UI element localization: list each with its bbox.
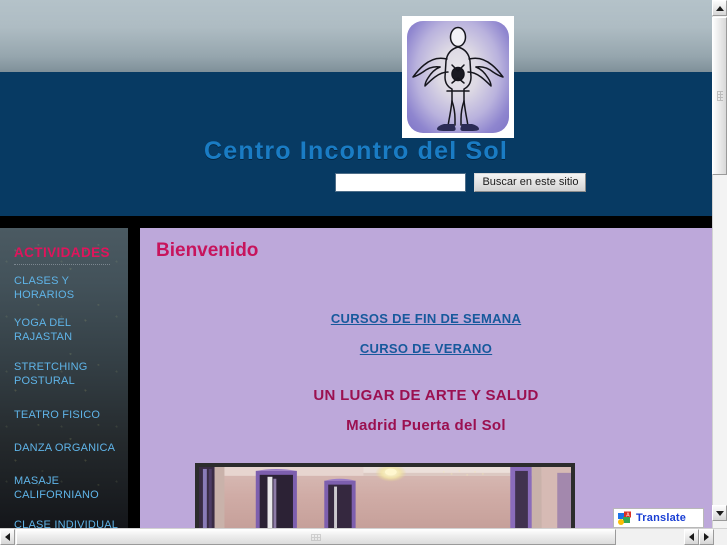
scroll-right-button[interactable]	[699, 529, 714, 545]
chevron-left-icon	[689, 533, 694, 541]
sidebar-item-teatro-fisico[interactable]: TEATRO FISICO	[14, 408, 126, 422]
sidebar-divider	[14, 264, 110, 265]
chevron-left-icon	[5, 533, 10, 541]
chevron-up-icon	[715, 5, 724, 11]
page-viewport: Centro Incontro del Sol Buscar en este s…	[0, 0, 712, 528]
search-input[interactable]	[335, 173, 466, 192]
sidebar-item-masaje-californiano[interactable]: MASAJE CALIFORNIANO	[14, 474, 126, 502]
photo-image	[199, 467, 571, 528]
chevron-down-icon	[715, 510, 724, 516]
interior-room-photo	[195, 463, 575, 528]
sidebar-nav: ACTIVIDADES CLASES Y HORARIOS YOGA DEL R…	[0, 228, 128, 528]
main-content: Bienvenido CURSOS DE FIN DE SEMANA CURSO…	[140, 228, 712, 528]
search-button[interactable]: Buscar en este sitio	[474, 173, 587, 192]
scroll-down-button[interactable]	[712, 505, 727, 521]
grip-icon	[717, 91, 723, 101]
site-header: Centro Incontro del Sol Buscar en este s…	[0, 0, 712, 216]
translate-label: Translate	[636, 512, 687, 524]
header-sky-gradient	[0, 0, 712, 72]
sidebar-item-danza-organica[interactable]: DANZA ORGANICA	[14, 441, 126, 455]
sidebar-item-clase-individual[interactable]: CLASE INDIVIDUAL	[14, 518, 126, 528]
google-translate-widget[interactable]: A Translate	[613, 508, 704, 528]
scroll-left-button[interactable]	[0, 529, 15, 545]
human-figure-logo-icon	[412, 26, 504, 131]
site-logo	[402, 16, 514, 138]
chevron-right-icon	[704, 533, 709, 541]
horizontal-scrollbar-thumb[interactable]	[16, 529, 616, 545]
scrollbar-corner	[714, 529, 727, 545]
scroll-left-button-secondary[interactable]	[684, 529, 699, 545]
scroll-up-button[interactable]	[712, 0, 727, 16]
search-bar: Buscar en este sitio	[335, 173, 595, 192]
grip-icon	[311, 534, 321, 541]
sidebar-edge	[128, 228, 140, 528]
page-title: Bienvenido	[156, 240, 259, 261]
browser-page: Centro Incontro del Sol Buscar en este s…	[0, 0, 727, 545]
heading-un-lugar-de-arte-y-salud: UN LUGAR DE ARTE Y SALUD	[313, 387, 539, 404]
sidebar-heading: ACTIVIDADES	[14, 245, 110, 260]
header-divider	[0, 216, 712, 228]
vertical-scrollbar-thumb[interactable]	[712, 17, 727, 175]
link-cursos-fin-de-semana[interactable]: CURSOS DE FIN DE SEMANA	[140, 311, 712, 326]
page-body: ACTIVIDADES CLASES Y HORARIOS YOGA DEL R…	[0, 228, 712, 528]
sidebar-item-stretching-postural[interactable]: STRETCHING POSTURAL	[14, 360, 126, 388]
sidebar-item-yoga-del-rajastan[interactable]: YOGA DEL RAJASTAN	[14, 316, 126, 344]
site-title: Centro Incontro del Sol	[204, 137, 508, 165]
google-translate-icon: A	[618, 511, 631, 525]
sidebar-item-clases-y-horarios[interactable]: CLASES Y HORARIOS	[14, 274, 126, 302]
link-curso-de-verano[interactable]: CURSO DE VERANO	[140, 341, 712, 356]
heading-madrid-puerta-del-sol: Madrid Puerta del Sol	[346, 417, 506, 434]
